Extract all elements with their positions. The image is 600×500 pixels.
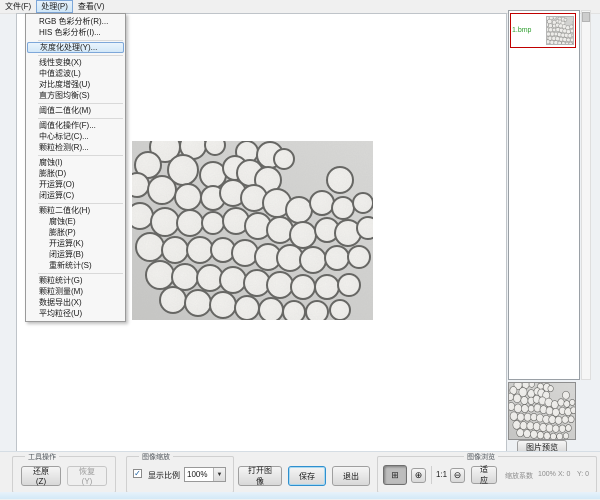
fit-view-button[interactable]: 适应: [471, 466, 497, 484]
menu-item[interactable]: 腐蚀(I): [26, 157, 125, 168]
menu-separator: [38, 203, 123, 204]
menu-item[interactable]: 开运算(O): [26, 179, 125, 190]
menu-item[interactable]: 膨胀(D): [26, 168, 125, 179]
menu-item[interactable]: RGB 色彩分析(R)...: [26, 16, 125, 27]
zoom-out-button[interactable]: ⊖: [450, 468, 465, 483]
scale-label: 显示比例: [148, 470, 180, 481]
menu-separator: [38, 118, 123, 119]
menu-item[interactable]: 阈值化操作(F)...: [26, 120, 125, 131]
menu-item[interactable]: 灰度化处理(Y)...: [27, 42, 124, 53]
scrollbar-thumb[interactable]: [582, 12, 590, 22]
menu-item[interactable]: 闭运算(C): [26, 190, 125, 201]
scale-combo[interactable]: 100% ▼: [184, 467, 226, 482]
menu-item[interactable]: 颗粒统计(G): [26, 275, 125, 286]
pan-tool-button[interactable]: ⊞: [383, 465, 407, 485]
open-image-button[interactable]: 打开图像: [238, 466, 282, 486]
menu-item[interactable]: 数据导出(X): [26, 297, 125, 308]
menu-item[interactable]: 重新统计(S): [26, 260, 125, 271]
undo-button[interactable]: 还原(Z): [21, 466, 61, 486]
menu-separator: [38, 55, 123, 56]
menu-file[interactable]: 文件(F): [0, 0, 36, 13]
process-menu-dropdown: RGB 色彩分析(R)...HIS 色彩分析(I)... 灰度化处理(Y)... 线…: [25, 13, 126, 322]
save-button[interactable]: 保存: [288, 466, 326, 486]
menu-item[interactable]: 闭运算(B): [26, 249, 125, 260]
menu-view[interactable]: 查看(V): [73, 0, 110, 13]
menu-item[interactable]: 颗粒检测(R)...: [26, 142, 125, 153]
ratio-label: 1:1: [436, 470, 447, 479]
menu-process[interactable]: 处理(P): [36, 0, 73, 13]
window-bottom-edge: [0, 492, 600, 499]
image-list-item-label: 1.bmp: [511, 27, 546, 35]
particle-image[interactable]: [132, 141, 373, 320]
preview-thumbnail[interactable]: [508, 382, 576, 440]
image-list-item-thumbnail: [546, 16, 574, 45]
undo-group-label: 工具操作: [25, 452, 59, 462]
browse-group-label: 图像浏览: [464, 452, 498, 462]
zoom-in-button[interactable]: ⊕: [411, 468, 426, 483]
image-list-scrollbar[interactable]: [581, 10, 591, 380]
zoom-group: 图像缩放 ✓ 显示比例 100% ▼: [126, 456, 234, 493]
menu-item[interactable]: 平均粒径(U): [26, 308, 125, 319]
stat-x-coordinate: X: 0: [558, 471, 570, 478]
redo-button[interactable]: 恢复(Y): [67, 466, 107, 486]
stat-zoom-factor-label: 缩放系数: [505, 471, 533, 481]
menu-item[interactable]: 开运算(K): [26, 238, 125, 249]
image-list-panel: [508, 10, 580, 380]
exit-button[interactable]: 退出: [332, 466, 370, 486]
menu-item[interactable]: 腐蚀(E): [26, 216, 125, 227]
menu-separator: [38, 273, 123, 274]
menu-separator: [38, 103, 123, 104]
pan-icon: ⊞: [391, 471, 399, 480]
zoom-in-icon: ⊕: [415, 471, 423, 480]
scale-combo-value: 100%: [185, 470, 213, 479]
menu-item[interactable]: 线性变换(X): [26, 57, 125, 68]
toolbar-divider: [431, 466, 432, 484]
browse-group: 图像浏览 ⊞ ⊕ 1:1 ⊖ 适应 缩放系数 100% X: 0 Y: 0: [377, 456, 597, 493]
menu-separator: [38, 155, 123, 156]
menu-item[interactable]: 直方图均衡(S): [26, 90, 125, 101]
menu-item[interactable]: 颗粒二值化(H): [26, 205, 125, 216]
zoom-out-icon: ⊖: [454, 471, 462, 480]
combo-arrow-icon[interactable]: ▼: [213, 468, 225, 481]
zoom-group-label: 图像缩放: [139, 452, 173, 462]
menu-item[interactable]: 阈值二值化(M): [26, 105, 125, 116]
menu-item[interactable]: 中心标记(C)...: [26, 131, 125, 142]
menu-item[interactable]: 膨胀(P): [26, 227, 125, 238]
menu-item[interactable]: HIS 色彩分析(I)...: [26, 27, 125, 38]
menu-item[interactable]: 对比度增强(U): [26, 79, 125, 90]
image-list-item-selected[interactable]: 1.bmp: [510, 13, 576, 48]
menu-item[interactable]: 中值滤波(L): [26, 68, 125, 79]
menu-item[interactable]: 颗粒测量(M): [26, 286, 125, 297]
checkbox-icon[interactable]: ✓: [133, 469, 142, 478]
stat-zoom-value: 100%: [538, 471, 556, 478]
menu-separator: [38, 40, 123, 41]
undo-group: 工具操作 还原(Z) 恢复(Y): [12, 456, 116, 493]
stat-y-coordinate: Y: 0: [577, 471, 589, 478]
